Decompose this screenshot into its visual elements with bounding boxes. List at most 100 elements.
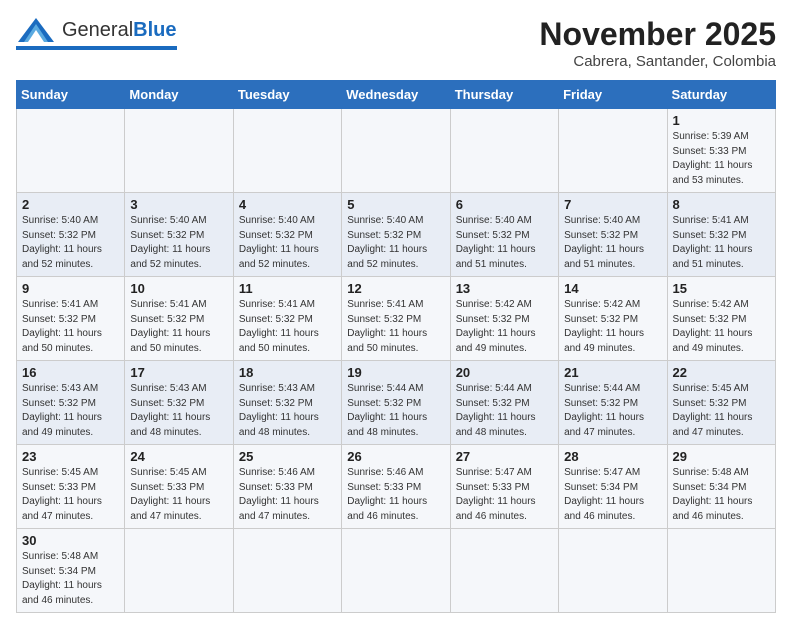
calendar-week-row: 9Sunrise: 5:41 AM Sunset: 5:32 PM Daylig…: [17, 277, 776, 361]
calendar-cell: [559, 109, 667, 193]
calendar-cell: [342, 529, 450, 613]
day-number: 23: [22, 449, 119, 464]
day-info: Sunrise: 5:42 AM Sunset: 5:32 PM Dayligh…: [673, 298, 770, 356]
logo-icon: [16, 16, 56, 44]
day-number: 20: [456, 365, 553, 380]
day-number: 16: [22, 365, 119, 380]
calendar-cell: 14 Sunrise: 5:42 AM Sunset: 5:32 PM Dayli…: [559, 277, 667, 361]
day-info: Sunrise: 5:47 AM Sunset: 5:34 PM Dayligh…: [564, 466, 661, 524]
calendar-cell: 17Sunrise: 5:43 AM Sunset: 5:32 PM Dayli…: [125, 361, 233, 445]
day-info: Sunrise: 5:45 AM Sunset: 5:32 PM Dayligh…: [673, 382, 770, 440]
day-number: 26: [347, 449, 444, 464]
day-number: 7: [564, 197, 661, 212]
day-info: Sunrise: 5:40 AM Sunset: 5:32 PM Dayligh…: [22, 214, 119, 272]
day-info: Sunrise: 5:41 AM Sunset: 5:32 PM Dayligh…: [239, 298, 336, 356]
day-number: 14: [564, 281, 661, 296]
weekday-header-saturday: Saturday: [667, 81, 775, 109]
day-info: Sunrise: 5:44 AM Sunset: 5:32 PM Dayligh…: [456, 382, 553, 440]
calendar-cell: 20 Sunrise: 5:44 AM Sunset: 5:32 PM Dayli…: [450, 361, 558, 445]
weekday-header-sunday: Sunday: [17, 81, 125, 109]
day-info: Sunrise: 5:46 AM Sunset: 5:33 PM Dayligh…: [239, 466, 336, 524]
page-header: GeneralBlue November 2025 Cabrera, Santa…: [16, 16, 776, 70]
day-number: 25: [239, 449, 336, 464]
logo-blue: Blue: [133, 19, 176, 41]
day-info: Sunrise: 5:46 AM Sunset: 5:33 PM Dayligh…: [347, 466, 444, 524]
calendar-cell: 24 Sunrise: 5:45 AM Sunset: 5:33 PM Dayli…: [125, 445, 233, 529]
calendar-cell: 28 Sunrise: 5:47 AM Sunset: 5:34 PM Dayli…: [559, 445, 667, 529]
location-subtitle: Cabrera, Santander, Colombia: [539, 53, 776, 70]
calendar-cell: 30Sunrise: 5:48 AM Sunset: 5:34 PM Dayli…: [17, 529, 125, 613]
calendar-cell: [559, 529, 667, 613]
day-number: 27: [456, 449, 553, 464]
day-number: 22: [673, 365, 770, 380]
day-info: Sunrise: 5:48 AM Sunset: 5:34 PM Dayligh…: [673, 466, 770, 524]
day-info: Sunrise: 5:43 AM Sunset: 5:32 PM Dayligh…: [239, 382, 336, 440]
weekday-header-friday: Friday: [559, 81, 667, 109]
calendar-cell: [450, 529, 558, 613]
calendar-cell: [125, 109, 233, 193]
calendar-cell: 29Sunrise: 5:48 AM Sunset: 5:34 PM Dayli…: [667, 445, 775, 529]
day-info: Sunrise: 5:43 AM Sunset: 5:32 PM Dayligh…: [22, 382, 119, 440]
calendar-cell: 27 Sunrise: 5:47 AM Sunset: 5:33 PM Dayli…: [450, 445, 558, 529]
day-number: 21: [564, 365, 661, 380]
day-info: Sunrise: 5:44 AM Sunset: 5:32 PM Dayligh…: [564, 382, 661, 440]
calendar-cell: [17, 109, 125, 193]
calendar-cell: 21 Sunrise: 5:44 AM Sunset: 5:32 PM Dayli…: [559, 361, 667, 445]
calendar-week-row: 16 Sunrise: 5:43 AM Sunset: 5:32 PM Dayli…: [17, 361, 776, 445]
day-number: 18: [239, 365, 336, 380]
calendar-cell: 25 Sunrise: 5:46 AM Sunset: 5:33 PM Dayli…: [233, 445, 341, 529]
day-info: Sunrise: 5:41 AM Sunset: 5:32 PM Dayligh…: [130, 298, 227, 356]
calendar-cell: [125, 529, 233, 613]
day-number: 13: [456, 281, 553, 296]
day-number: 5: [347, 197, 444, 212]
calendar-cell: [233, 109, 341, 193]
logo: GeneralBlue: [16, 16, 177, 50]
day-number: 28: [564, 449, 661, 464]
calendar-table: SundayMondayTuesdayWednesdayThursdayFrid…: [16, 80, 776, 613]
day-info: Sunrise: 5:41 AM Sunset: 5:32 PM Dayligh…: [673, 214, 770, 272]
weekday-header-tuesday: Tuesday: [233, 81, 341, 109]
day-number: 1: [673, 113, 770, 128]
calendar-week-row: 30Sunrise: 5:48 AM Sunset: 5:34 PM Dayli…: [17, 529, 776, 613]
calendar-cell: 12Sunrise: 5:41 AM Sunset: 5:32 PM Dayli…: [342, 277, 450, 361]
calendar-cell: [450, 109, 558, 193]
day-info: Sunrise: 5:45 AM Sunset: 5:33 PM Dayligh…: [130, 466, 227, 524]
day-number: 4: [239, 197, 336, 212]
day-info: Sunrise: 5:44 AM Sunset: 5:32 PM Dayligh…: [347, 382, 444, 440]
calendar-cell: 23Sunrise: 5:45 AM Sunset: 5:33 PM Dayli…: [17, 445, 125, 529]
calendar-cell: 6Sunrise: 5:40 AM Sunset: 5:32 PM Daylig…: [450, 193, 558, 277]
calendar-cell: 16 Sunrise: 5:43 AM Sunset: 5:32 PM Dayli…: [17, 361, 125, 445]
calendar-cell: 19 Sunrise: 5:44 AM Sunset: 5:32 PM Dayli…: [342, 361, 450, 445]
day-number: 2: [22, 197, 119, 212]
month-year-title: November 2025: [539, 16, 776, 53]
calendar-week-row: 2 Sunrise: 5:40 AM Sunset: 5:32 PM Daylig…: [17, 193, 776, 277]
calendar-cell: 15 Sunrise: 5:42 AM Sunset: 5:32 PM Dayli…: [667, 277, 775, 361]
day-info: Sunrise: 5:43 AM Sunset: 5:32 PM Dayligh…: [130, 382, 227, 440]
weekday-header-wednesday: Wednesday: [342, 81, 450, 109]
calendar-cell: 10 Sunrise: 5:41 AM Sunset: 5:32 PM Dayli…: [125, 277, 233, 361]
calendar-week-row: 23 Sunrise: 5:45 AM Sunset: 5:33 PM Dayli…: [17, 445, 776, 529]
day-number: 19: [347, 365, 444, 380]
calendar-header: SundayMondayTuesdayWednesdayThursdayFrid…: [17, 81, 776, 109]
calendar-cell: 9Sunrise: 5:41 AM Sunset: 5:32 PM Daylig…: [17, 277, 125, 361]
day-info: Sunrise: 5:40 AM Sunset: 5:32 PM Dayligh…: [130, 214, 227, 272]
calendar-cell: 13Sunrise: 5:42 AM Sunset: 5:32 PM Dayli…: [450, 277, 558, 361]
day-info: Sunrise: 5:40 AM Sunset: 5:32 PM Dayligh…: [564, 214, 661, 272]
calendar-cell: 1Sunrise: 5:39 AM Sunset: 5:33 PM Daylig…: [667, 109, 775, 193]
calendar-cell: 22 Sunrise: 5:45 AM Sunset: 5:32 PM Dayli…: [667, 361, 775, 445]
day-info: Sunrise: 5:42 AM Sunset: 5:32 PM Dayligh…: [564, 298, 661, 356]
day-number: 15: [673, 281, 770, 296]
day-number: 8: [673, 197, 770, 212]
day-info: Sunrise: 5:40 AM Sunset: 5:32 PM Dayligh…: [347, 214, 444, 272]
calendar-cell: 4 Sunrise: 5:40 AM Sunset: 5:32 PM Daylig…: [233, 193, 341, 277]
logo-general: General: [62, 19, 133, 41]
day-info: Sunrise: 5:41 AM Sunset: 5:32 PM Dayligh…: [22, 298, 119, 356]
day-number: 10: [130, 281, 227, 296]
day-info: Sunrise: 5:40 AM Sunset: 5:32 PM Dayligh…: [239, 214, 336, 272]
logo-divider: [16, 46, 177, 50]
calendar-week-row: 1Sunrise: 5:39 AM Sunset: 5:33 PM Daylig…: [17, 109, 776, 193]
day-number: 24: [130, 449, 227, 464]
day-info: Sunrise: 5:48 AM Sunset: 5:34 PM Dayligh…: [22, 550, 119, 608]
day-info: Sunrise: 5:41 AM Sunset: 5:32 PM Dayligh…: [347, 298, 444, 356]
day-info: Sunrise: 5:47 AM Sunset: 5:33 PM Dayligh…: [456, 466, 553, 524]
